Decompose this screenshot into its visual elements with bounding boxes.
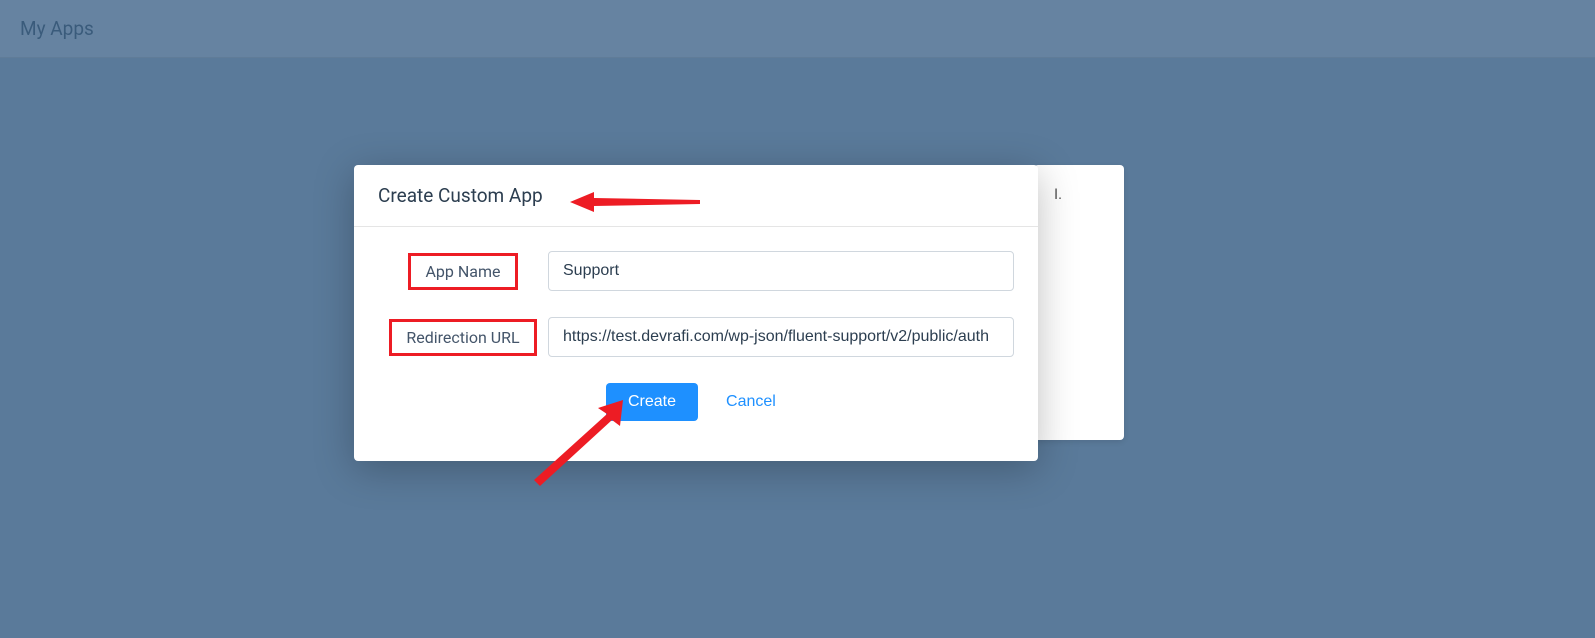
redirection-url-row: Redirection URL (378, 317, 1014, 357)
redirection-url-input[interactable] (548, 317, 1014, 357)
modal-buttons: Create Cancel (606, 383, 1014, 421)
create-button[interactable]: Create (606, 383, 698, 421)
app-name-label: App Name (408, 253, 517, 290)
app-name-row: App Name (378, 251, 1014, 291)
create-app-modal: Create Custom App App Name Redirection U… (354, 165, 1038, 461)
app-name-label-wrap: App Name (378, 253, 548, 290)
background-text-fragment: I. (1054, 185, 1062, 203)
redirection-url-label: Redirection URL (389, 319, 536, 356)
redirection-url-label-wrap: Redirection URL (378, 319, 548, 356)
background-panel: I. (1034, 165, 1124, 440)
modal-header: Create Custom App (354, 165, 1038, 227)
modal-body: App Name Redirection URL Create Cancel (354, 227, 1038, 461)
cancel-button[interactable]: Cancel (726, 393, 776, 411)
app-name-input[interactable] (548, 251, 1014, 291)
modal-title: Create Custom App (378, 184, 1014, 207)
